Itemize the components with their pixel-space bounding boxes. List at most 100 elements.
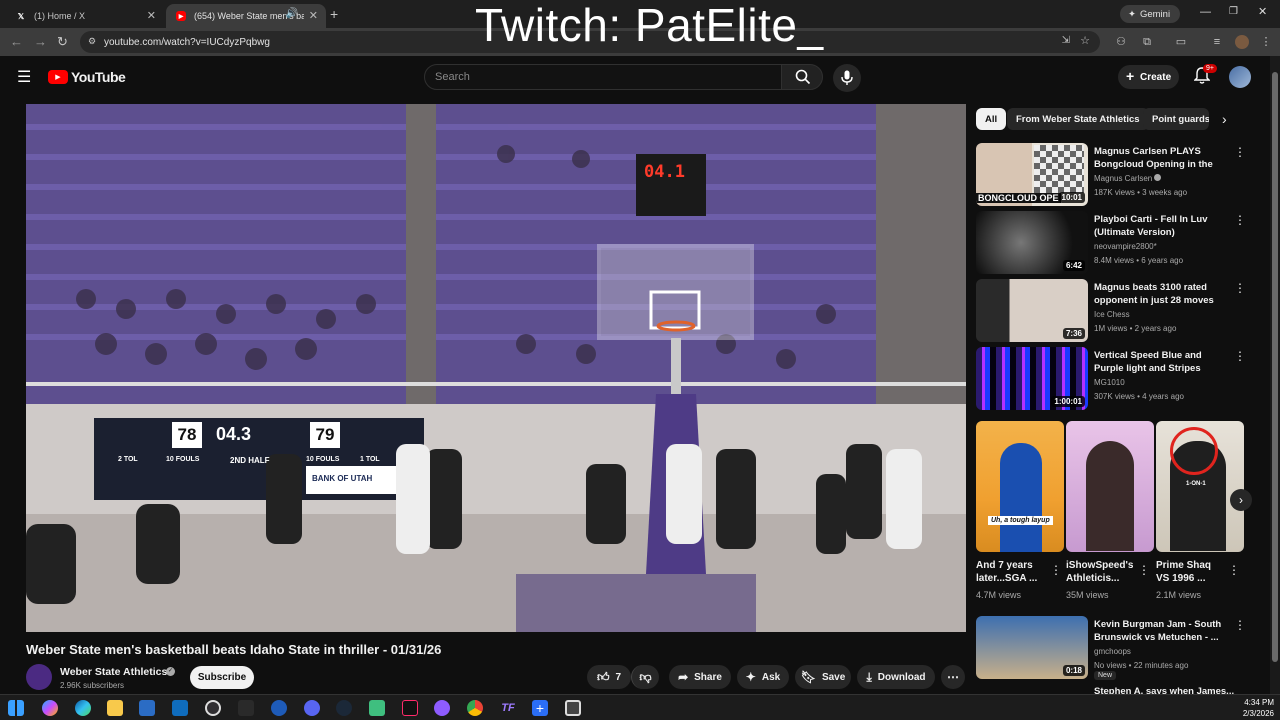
app-dark-icon[interactable] (565, 700, 581, 716)
video-player[interactable]: 04.1 78 04.3 79 2 TOL 10 FOULS 2ND HALF … (26, 104, 966, 632)
reading-list-icon[interactable]: ≡ (1210, 35, 1224, 49)
close-window-icon[interactable]: ✕ (1258, 5, 1267, 18)
search-input[interactable]: Search (424, 64, 782, 90)
share-button[interactable]: ➦ Share (669, 665, 731, 689)
channel-name[interactable]: Weber State Athletics (60, 666, 167, 678)
short-thumbnail[interactable] (1066, 421, 1154, 552)
obs-icon[interactable] (205, 700, 221, 716)
recommendation-title[interactable]: Kevin Burgman Jam - South Brunswick vs M… (1094, 618, 1226, 644)
app-plus-icon[interactable]: + (532, 700, 548, 716)
dislike-button[interactable]: 👎︎ (631, 665, 659, 689)
reload-icon[interactable]: ↻ (57, 34, 68, 50)
windows-start-icon[interactable] (8, 700, 24, 716)
short-title[interactable]: And 7 years later...SGA ... (976, 559, 1046, 585)
app-tf-icon[interactable]: TF (500, 700, 516, 716)
more-vertical-icon[interactable]: ⋮ (1234, 281, 1246, 295)
recommendation-item[interactable]: 7:36 Magnus beats 3100 rated opponent in… (976, 279, 1246, 343)
short-thumbnail[interactable]: Uh, a tough layup (976, 421, 1064, 552)
gemini-button[interactable]: ✦ Gemini (1120, 5, 1180, 23)
scrollbar-thumb[interactable] (1272, 72, 1278, 662)
file-explorer-icon[interactable] (107, 700, 123, 716)
recommendation-title[interactable]: Magnus beats 3100 rated opponent in just… (1094, 281, 1226, 307)
bookmark-star-icon[interactable]: ☆ (1080, 34, 1090, 47)
more-vertical-icon[interactable]: ⋮ (1234, 618, 1246, 632)
app-green-icon[interactable] (369, 700, 385, 716)
recommendation-channel[interactable]: Magnus Carlsen (1094, 174, 1162, 183)
forward-arrow-icon[interactable]: → (34, 34, 47, 49)
speaker-icon[interactable]: 🔊 (286, 8, 298, 19)
voice-search-button[interactable] (833, 64, 861, 92)
page-scrollbar[interactable] (1270, 56, 1280, 694)
search-button[interactable] (781, 64, 823, 90)
tab-youtube-video[interactable]: ▶ (654) Weber State men's ba 🔊 ✕ (166, 4, 326, 28)
recommendation-item[interactable]: 1:00:01 Vertical Speed Blue and Purple l… (976, 347, 1246, 411)
browser-menu-icon[interactable]: ⋮ (1259, 35, 1273, 49)
avatar[interactable] (1229, 66, 1251, 88)
install-app-icon[interactable]: ⇲ (1062, 35, 1070, 46)
video-thumbnail[interactable]: 1:00:01 (976, 347, 1088, 410)
save-button[interactable]: 🔖︎ Save (795, 665, 851, 689)
like-button[interactable]: 👍︎ 7 (587, 665, 631, 689)
video-thumbnail[interactable]: 6:42 (976, 211, 1088, 274)
extension-puzzle-icon[interactable]: ⚇ (1114, 35, 1128, 49)
edge-icon[interactable] (75, 700, 91, 716)
steam-icon[interactable] (336, 700, 352, 716)
video-thumbnail[interactable]: BONGCLOUD OPE 10:01 (976, 143, 1088, 206)
side-panel-icon[interactable]: ▭ (1174, 35, 1188, 49)
short-title[interactable]: Prime Shaq VS 1996 ... (1156, 559, 1226, 585)
chip-point-guards[interactable]: Point guards (1143, 108, 1209, 130)
app-icon[interactable] (271, 700, 287, 716)
shorts-next-button[interactable]: › (1230, 489, 1252, 511)
recommendation-item[interactable]: 0:18 Kevin Burgman Jam - South Brunswick… (976, 616, 1246, 680)
next-recommendation-title[interactable]: Stephen A. says when James... (1094, 687, 1244, 694)
restore-window-icon[interactable]: ❐ (1229, 6, 1238, 17)
more-vertical-icon[interactable]: ⋮ (1234, 213, 1246, 227)
more-vertical-icon[interactable]: ⋮ (1228, 563, 1240, 577)
profile-avatar-icon[interactable] (1235, 35, 1249, 49)
more-vertical-icon[interactable]: ⋮ (1050, 563, 1062, 577)
tiktok-icon[interactable] (402, 700, 418, 716)
download-button[interactable]: ⤓ Download (857, 665, 935, 689)
discord-alt-icon[interactable] (304, 700, 320, 716)
close-tab-icon[interactable]: ✕ (309, 9, 318, 22)
notifications-button[interactable]: 9+ (1193, 64, 1217, 87)
chevron-right-icon[interactable]: › (1222, 111, 1227, 127)
calculator-icon[interactable] (139, 700, 155, 716)
recommendation-title[interactable]: Vertical Speed Blue and Purple light and… (1094, 349, 1226, 375)
more-actions-button[interactable]: ⋯ (941, 665, 965, 689)
recommendation-channel[interactable]: MG1010 (1094, 378, 1125, 387)
hamburger-menu-icon[interactable]: ☰ (17, 67, 31, 87)
recommendation-item[interactable]: BONGCLOUD OPE 10:01 Magnus Carlsen PLAYS… (976, 143, 1246, 207)
app-purple-icon[interactable] (434, 700, 450, 716)
recommendation-channel[interactable]: neovampire2800* (1094, 242, 1157, 251)
more-vertical-icon[interactable]: ⋮ (1234, 145, 1246, 159)
chip-all[interactable]: All (976, 108, 1007, 130)
channel-avatar[interactable] (26, 664, 52, 690)
chrome-icon[interactable] (467, 700, 483, 716)
recommendation-item[interactable]: 6:42 Playboi Carti - Fell In Luv (Ultima… (976, 211, 1246, 275)
youtube-logo[interactable]: ▶ YouTube (48, 69, 126, 85)
recommendation-channel[interactable]: Ice Chess (1094, 310, 1130, 319)
tab-x-home[interactable]: 𝕏 (1) Home / X ✕ (6, 4, 164, 28)
video-thumbnail[interactable]: 0:18 (976, 616, 1088, 679)
epic-games-icon[interactable] (238, 700, 254, 716)
chip-from-weber-state[interactable]: From Weber State Athletics (1007, 108, 1149, 130)
ask-button[interactable]: ✦ Ask (737, 665, 789, 689)
extensions-icon[interactable]: ⧉ (1140, 35, 1154, 49)
minimize-window-icon[interactable]: — (1200, 6, 1211, 18)
recommendation-title[interactable]: Magnus Carlsen PLAYS Bongcloud Opening i… (1094, 145, 1226, 171)
close-tab-icon[interactable]: ✕ (147, 9, 156, 22)
video-thumbnail[interactable]: 7:36 (976, 279, 1088, 342)
back-arrow-icon[interactable]: ← (10, 34, 23, 49)
subscribe-button[interactable]: Subscribe (190, 666, 254, 689)
more-vertical-icon[interactable]: ⋮ (1234, 349, 1246, 363)
short-thumbnail[interactable]: 1-ON-1 (1156, 421, 1244, 552)
more-vertical-icon[interactable]: ⋮ (1138, 563, 1150, 577)
site-info-icon[interactable]: ⚙ (88, 36, 96, 47)
outlook-icon[interactable] (172, 700, 188, 716)
copilot-icon[interactable] (42, 700, 58, 716)
new-tab-button[interactable]: + (330, 6, 338, 22)
recommendation-title[interactable]: Playboi Carti - Fell In Luv (Ultimate Ve… (1094, 213, 1226, 239)
system-clock[interactable]: 4:34 PM 2/3/2026 (1243, 697, 1274, 719)
recommendation-channel[interactable]: gmchoops (1094, 647, 1131, 656)
